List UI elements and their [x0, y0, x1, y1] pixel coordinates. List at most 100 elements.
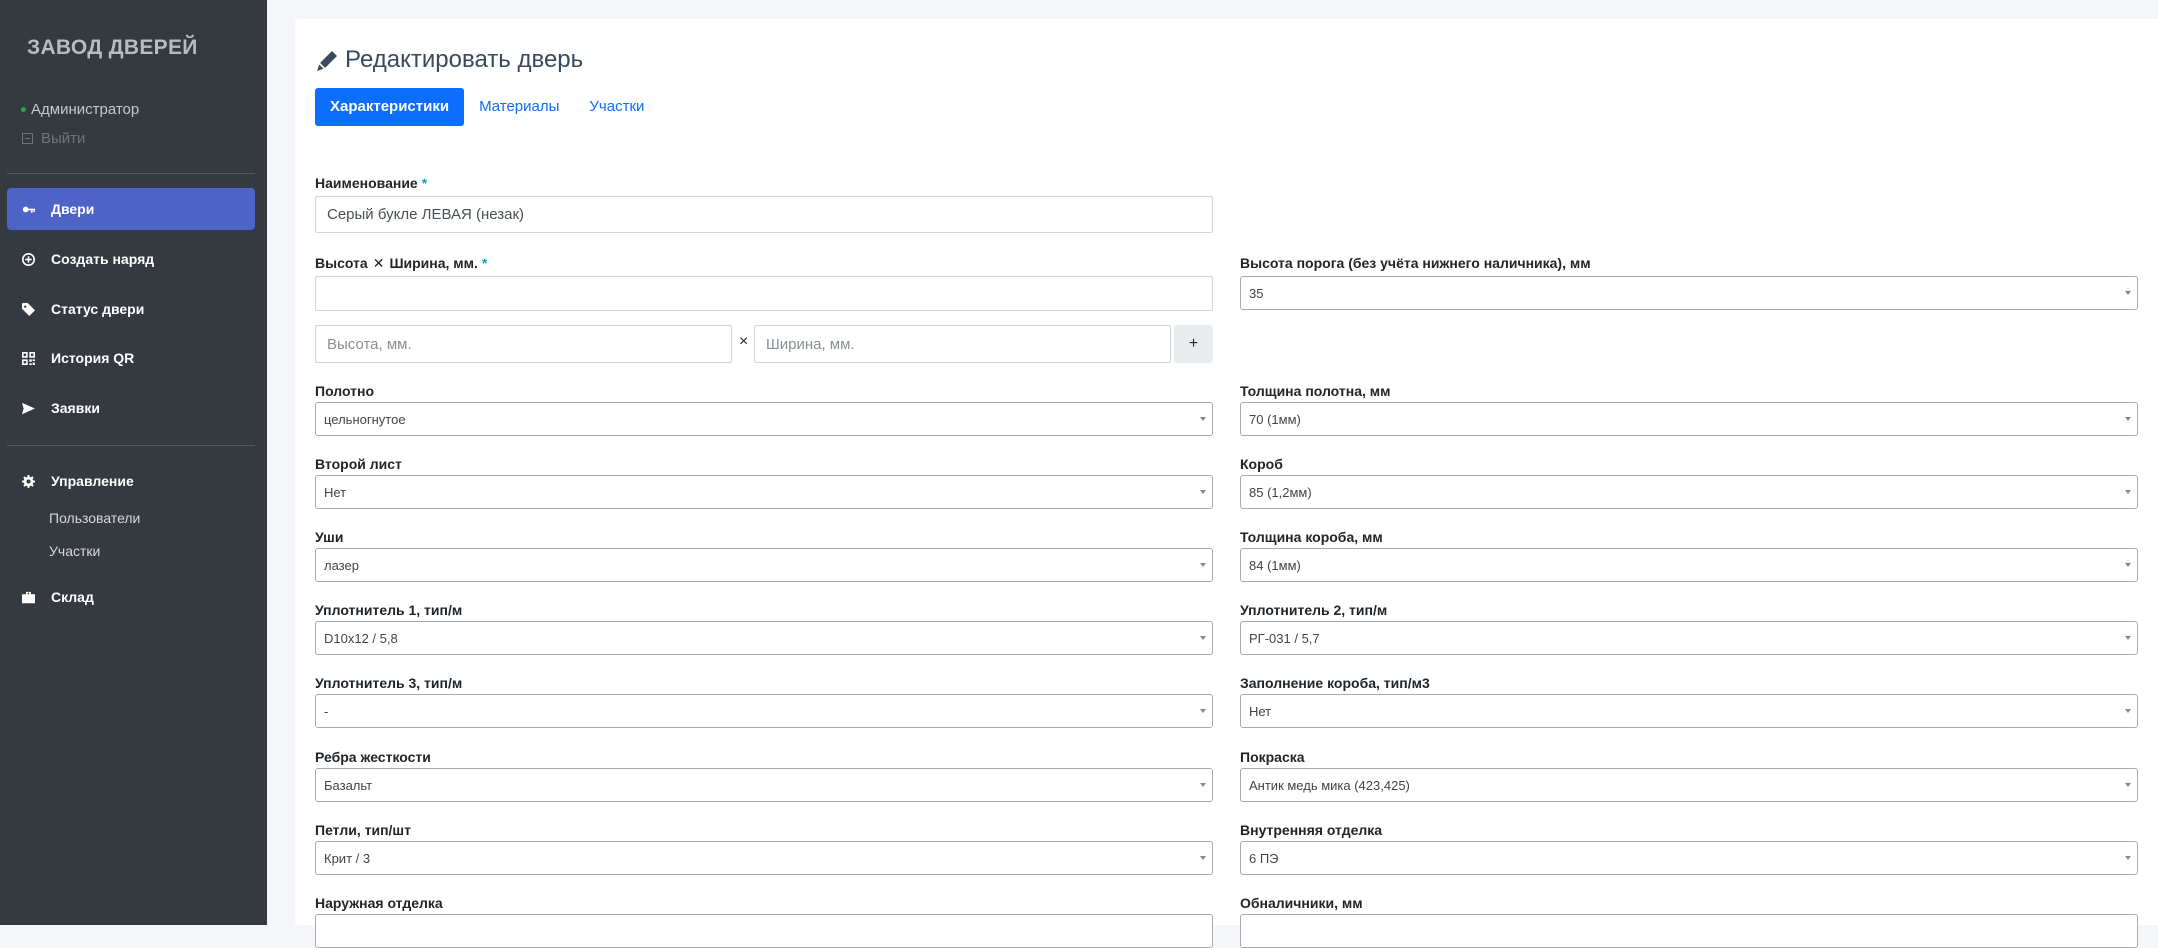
- ears-label: Уши: [315, 529, 344, 545]
- ribs-label: Ребра жесткости: [315, 749, 431, 765]
- nav-label: История QR: [51, 350, 135, 366]
- chevron-down-icon: [1200, 563, 1206, 567]
- brand-logo[interactable]: ЗАВОД ДВЕРЕЙ: [27, 36, 198, 60]
- outer-finish-select[interactable]: [315, 914, 1213, 948]
- name-label: Наименование *: [315, 175, 428, 191]
- add-size-button[interactable]: +: [1174, 325, 1213, 363]
- nav-label: Склад: [51, 589, 94, 605]
- nav-item-doors[interactable]: Двери: [7, 188, 255, 230]
- nav-label: Статус двери: [51, 301, 145, 317]
- chevron-down-icon: [1200, 490, 1206, 494]
- sidebar: ЗАВОД ДВЕРЕЙ Администратор Выйти Двери С…: [0, 0, 267, 925]
- frame-select[interactable]: 85 (1,2мм): [1240, 475, 2138, 509]
- online-status-icon: [21, 107, 26, 112]
- blade-thickness-label: Толщина полотна, мм: [1240, 383, 1391, 399]
- nav-item-requests[interactable]: Заявки: [7, 387, 255, 429]
- frame-thickness-label: Толщина короба, мм: [1240, 529, 1383, 545]
- nav-label: Заявки: [51, 400, 100, 416]
- sidebar-divider: [7, 173, 255, 174]
- chevron-down-icon: [2125, 490, 2131, 494]
- times-sign: ✕: [372, 255, 385, 271]
- chevron-down-icon: [1200, 856, 1206, 860]
- second-sheet-select[interactable]: Нет: [315, 475, 1213, 509]
- seal-1-label: Уплотнитель 1, тип/м: [315, 602, 463, 618]
- blade-label: Полотно: [315, 383, 375, 399]
- tab-materials[interactable]: Материалы: [464, 88, 574, 126]
- seal-3-label: Уплотнитель 3, тип/м: [315, 675, 463, 691]
- frame-thickness-select[interactable]: 84 (1мм): [1240, 548, 2138, 582]
- nav-item-door-status[interactable]: Статус двери: [7, 288, 255, 330]
- chevron-down-icon: [1200, 709, 1206, 713]
- height-input[interactable]: [315, 325, 732, 363]
- inner-finish-label: Внутренняя отделка: [1240, 822, 1383, 838]
- chevron-down-icon: [2125, 563, 2131, 567]
- chevron-down-icon: [1200, 636, 1206, 640]
- outer-finish-label: Наружная отделка: [315, 895, 443, 911]
- casings-select[interactable]: [1240, 914, 2138, 948]
- required-mark: *: [421, 175, 428, 191]
- times-sign: ×: [739, 333, 749, 350]
- page-title-text: Редактировать дверь: [345, 46, 584, 73]
- chevron-down-icon: [2125, 856, 2131, 860]
- seal-3-select[interactable]: -: [315, 694, 1213, 728]
- size-field[interactable]: [315, 276, 1213, 311]
- hinges-label: Петли, тип/шт: [315, 822, 411, 838]
- name-field[interactable]: Серый букле ЛЕВАЯ (незак): [315, 196, 1213, 233]
- chevron-down-icon: [2125, 417, 2131, 421]
- chevron-down-icon: [2125, 636, 2131, 640]
- required-mark: *: [481, 255, 488, 271]
- nav-sub-item-users[interactable]: Пользователи: [49, 510, 140, 526]
- tag-icon: [22, 302, 35, 316]
- logout-icon: [22, 133, 33, 144]
- nav-label: Двери: [51, 201, 95, 217]
- chevron-down-icon: [1200, 783, 1206, 787]
- logout-link[interactable]: Выйти: [22, 130, 85, 147]
- plus-circle-icon: [22, 252, 35, 266]
- tab-sections[interactable]: Участки: [574, 88, 659, 126]
- briefcase-icon: [22, 591, 35, 604]
- chevron-down-icon: [2125, 783, 2131, 787]
- nav-sub-item-sections[interactable]: Участки: [49, 543, 100, 559]
- user-name[interactable]: Администратор: [31, 101, 139, 118]
- ears-select[interactable]: лазер: [315, 548, 1213, 582]
- nav-item-create-order[interactable]: Создать наряд: [7, 238, 255, 280]
- ribs-select[interactable]: Базальт: [315, 768, 1213, 802]
- threshold-select[interactable]: 35: [1240, 276, 2138, 310]
- hinges-select[interactable]: Крит / 3: [315, 841, 1213, 875]
- page-title: Редактировать дверь: [317, 46, 583, 74]
- width-input[interactable]: [754, 325, 1171, 363]
- second-sheet-label: Второй лист: [315, 456, 402, 472]
- logout-label: Выйти: [41, 130, 86, 147]
- user-info[interactable]: Администратор: [21, 101, 139, 118]
- tab-characteristics[interactable]: Характеристики: [315, 88, 465, 126]
- seal-2-select[interactable]: РГ-031 / 5,7: [1240, 621, 2138, 655]
- frame-fill-label: Заполнение короба, тип/м3: [1240, 675, 1430, 691]
- chevron-down-icon: [2125, 291, 2131, 295]
- casings-label: Обналичники, мм: [1240, 895, 1363, 911]
- key-icon: [22, 203, 35, 216]
- pencil-icon: [317, 50, 337, 71]
- gear-icon: [22, 474, 35, 488]
- nav-item-warehouse[interactable]: Склад: [7, 576, 255, 618]
- main-card: Редактировать дверь Характеристики Матер…: [295, 19, 2158, 948]
- threshold-label: Высота порога (без учёта нижнего налични…: [1240, 255, 1591, 271]
- threshold-value: 35: [1249, 285, 1264, 301]
- nav-item-qr-history[interactable]: История QR: [7, 337, 255, 379]
- nav-label: Управление: [51, 473, 134, 489]
- qrcode-icon: [22, 351, 35, 365]
- nav-label: Создать наряд: [51, 251, 155, 267]
- blade-thickness-select[interactable]: 70 (1мм): [1240, 402, 2138, 436]
- sidebar-divider: [7, 445, 255, 446]
- paper-plane-icon: [22, 402, 35, 415]
- size-label: Высота ✕ Ширина, мм. *: [315, 255, 488, 271]
- nav-item-management[interactable]: Управление: [7, 460, 255, 502]
- chevron-down-icon: [2125, 709, 2131, 713]
- seal-1-select[interactable]: D10x12 / 5,8: [315, 621, 1213, 655]
- blade-select[interactable]: цельногнутое: [315, 402, 1213, 436]
- paint-label: Покраска: [1240, 749, 1305, 765]
- paint-select[interactable]: Антик медь мика (423,425): [1240, 768, 2138, 802]
- frame-label: Короб: [1240, 456, 1283, 472]
- inner-finish-select[interactable]: 6 ПЭ: [1240, 841, 2138, 875]
- seal-2-label: Уплотнитель 2, тип/м: [1240, 602, 1388, 618]
- frame-fill-select[interactable]: Нет: [1240, 694, 2138, 728]
